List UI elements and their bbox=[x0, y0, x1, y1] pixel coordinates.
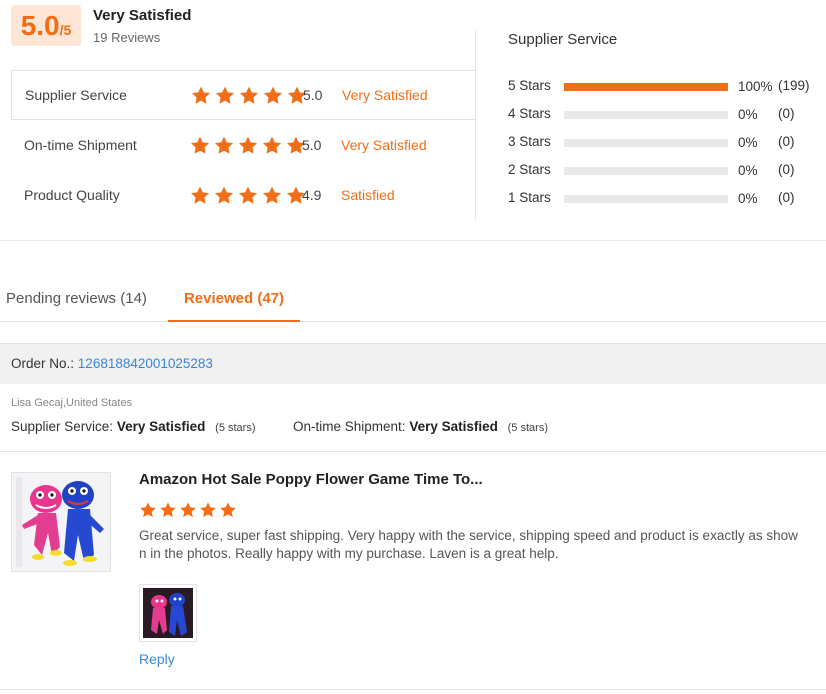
rating-text: Satisfied bbox=[341, 187, 395, 203]
distribution-bar-fill bbox=[564, 83, 728, 91]
star-icon bbox=[214, 186, 234, 204]
star-icon bbox=[238, 186, 258, 204]
supplier-service-label: Supplier Service: bbox=[11, 419, 114, 434]
star-icon bbox=[263, 86, 283, 104]
star-icon bbox=[262, 136, 282, 154]
reviewer-name: Lisa Gecaj,United States bbox=[11, 397, 133, 409]
distribution-bar bbox=[564, 195, 728, 203]
star-rating bbox=[190, 85, 308, 106]
distribution-percent: 100% bbox=[738, 79, 773, 94]
rating-text: Very Satisfied bbox=[342, 87, 428, 103]
star-icon bbox=[140, 502, 156, 518]
divider bbox=[0, 451, 826, 452]
distribution-percent: 0% bbox=[738, 135, 758, 150]
star-icon bbox=[214, 136, 234, 154]
shipment-label: On-time Shipment: bbox=[293, 419, 406, 434]
star-icon bbox=[191, 86, 211, 104]
distribution-count: (0) bbox=[778, 106, 795, 121]
distribution-row-2: 2 Stars 0% (0) bbox=[508, 156, 826, 184]
review-photo[interactable] bbox=[139, 584, 197, 642]
review-star-rating bbox=[139, 501, 237, 519]
rating-label: Product Quality bbox=[24, 187, 120, 203]
distribution-label: 1 Stars bbox=[508, 190, 551, 205]
distribution-count: (0) bbox=[778, 134, 795, 149]
star-icon bbox=[262, 186, 282, 204]
star-distribution: 5 Stars 100% (199) 4 Stars 0% (0) 3 Star… bbox=[508, 72, 826, 212]
rating-row-on-time-shipment[interactable]: On-time Shipment 5.0 Very Satisfied bbox=[11, 120, 476, 170]
distribution-count: (199) bbox=[778, 78, 810, 93]
product-thumbnail[interactable] bbox=[11, 472, 111, 572]
star-icon bbox=[215, 86, 235, 104]
distribution-bar bbox=[564, 167, 728, 175]
star-icon bbox=[190, 186, 210, 204]
star-icon bbox=[239, 86, 259, 104]
rating-label: Supplier Service bbox=[25, 87, 127, 103]
distribution-bar bbox=[564, 139, 728, 147]
rating-row-product-quality[interactable]: Product Quality 4.9 Satisfied bbox=[11, 170, 476, 220]
reply-link[interactable]: Reply bbox=[139, 651, 175, 667]
star-icon bbox=[180, 502, 196, 518]
order-bar: Order No.: 126818842001025283 bbox=[0, 343, 826, 384]
rating-label: On-time Shipment bbox=[24, 137, 137, 153]
distribution-label: 2 Stars bbox=[508, 162, 551, 177]
star-icon bbox=[190, 136, 210, 154]
distribution-bar bbox=[564, 111, 728, 119]
on-time-shipment-rating: On-time Shipment: Very Satisfied (5 star… bbox=[293, 419, 548, 434]
rating-breakdown: Supplier Service 5.0 Very Satisfied On-t… bbox=[11, 70, 476, 220]
shipment-value: Very Satisfied bbox=[409, 419, 498, 434]
distribution-label: 5 Stars bbox=[508, 78, 551, 93]
rating-row-supplier-service[interactable]: Supplier Service 5.0 Very Satisfied bbox=[11, 70, 476, 120]
star-icon bbox=[220, 502, 236, 518]
supplier-service-stars: (5 stars) bbox=[215, 422, 256, 434]
supplier-service-rating: Supplier Service: Very Satisfied (5 star… bbox=[11, 419, 256, 434]
review-tabs: Pending reviews (14) Reviewed (47) bbox=[0, 280, 826, 322]
distribution-percent: 0% bbox=[738, 163, 758, 178]
overall-score-badge: 5.0 /5 bbox=[11, 5, 81, 46]
order-number-link[interactable]: 126818842001025283 bbox=[78, 356, 213, 371]
supplier-service-value: Very Satisfied bbox=[116, 419, 206, 434]
overall-score: 5.0 bbox=[20, 10, 60, 41]
distribution-row-5: 5 Stars 100% (199) bbox=[508, 72, 826, 100]
rating-value: 5.0 bbox=[302, 137, 322, 153]
distribution-percent: 0% bbox=[738, 107, 758, 122]
rating-value: 5.0 bbox=[303, 87, 323, 103]
rating-summary: 5.0 /5 Very Satisfied 19 Reviews Supplie… bbox=[0, 0, 826, 241]
overall-label: Very Satisfied bbox=[93, 7, 192, 24]
distribution-count: (0) bbox=[778, 190, 795, 205]
distribution-count: (0) bbox=[778, 162, 795, 177]
rating-value: 4.9 bbox=[302, 187, 322, 203]
star-rating bbox=[189, 135, 307, 156]
distribution-row-3: 3 Stars 0% (0) bbox=[508, 128, 826, 156]
distribution-row-4: 4 Stars 0% (0) bbox=[508, 100, 826, 128]
rating-text: Very Satisfied bbox=[341, 137, 427, 153]
product-title-link[interactable]: Amazon Hot Sale Poppy Flower Game Time T… bbox=[139, 471, 483, 488]
distribution-title: Supplier Service bbox=[508, 31, 618, 48]
order-label: Order No.: bbox=[11, 356, 75, 371]
review-count: 19 Reviews bbox=[93, 30, 161, 45]
plush-toy-image bbox=[12, 473, 110, 571]
shipment-stars: (5 stars) bbox=[507, 422, 548, 434]
distribution-row-1: 1 Stars 0% (0) bbox=[508, 184, 826, 212]
star-icon bbox=[238, 136, 258, 154]
star-icon bbox=[160, 502, 176, 518]
star-rating bbox=[189, 185, 307, 206]
distribution-bar bbox=[564, 83, 728, 91]
distribution-percent: 0% bbox=[738, 191, 758, 206]
overall-score-max: /5 bbox=[59, 22, 72, 38]
tab-reviewed[interactable]: Reviewed (47) bbox=[168, 290, 300, 322]
star-icon bbox=[200, 502, 216, 518]
divider bbox=[0, 689, 826, 690]
distribution-label: 3 Stars bbox=[508, 134, 551, 149]
distribution-label: 4 Stars bbox=[508, 106, 551, 121]
review-photo-image bbox=[143, 588, 193, 638]
review-text: Great service, super fast shipping. Very… bbox=[139, 528, 798, 561]
tab-pending-reviews[interactable]: Pending reviews (14) bbox=[6, 290, 147, 322]
